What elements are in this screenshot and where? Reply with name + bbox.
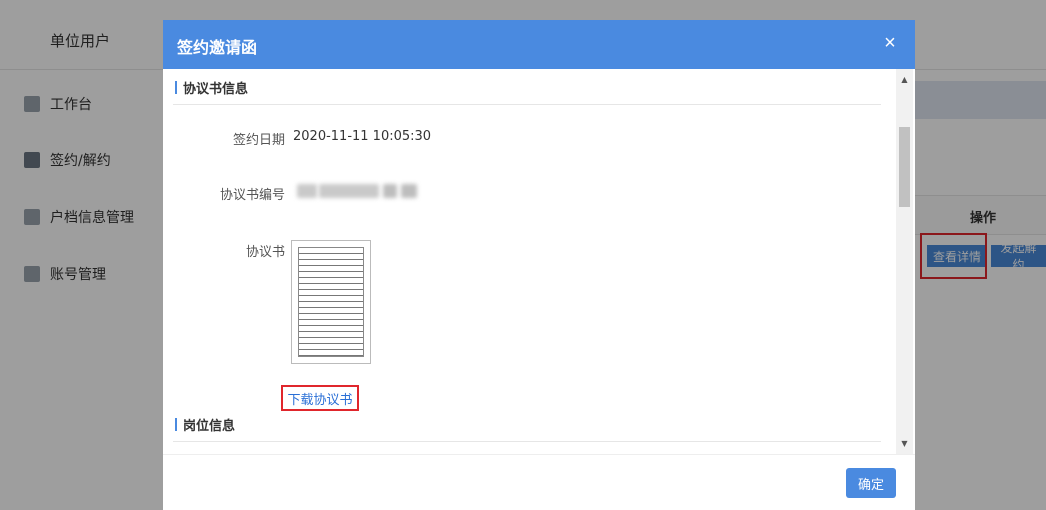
invitation-modal: 签约邀请函 × 协议书信息 签约日期 2020-11-11 10:05:30 协…: [163, 20, 915, 510]
scroll-up-icon[interactable]: ▲: [896, 71, 913, 87]
close-icon[interactable]: ×: [877, 30, 903, 56]
scrollbar-thumb[interactable]: [899, 127, 910, 207]
divider: [173, 441, 881, 442]
agreement-number-label: 协议书编号: [219, 188, 285, 203]
sign-date-label: 签约日期: [232, 133, 285, 148]
download-agreement-link[interactable]: 下载协议书: [287, 389, 352, 408]
modal-scrollbar[interactable]: ▲ ▼: [896, 69, 913, 454]
agreement-label: 协议书: [245, 245, 285, 260]
document-preview-image: [298, 247, 364, 357]
agreement-thumbnail[interactable]: [291, 240, 371, 364]
modal-header: 签约邀请函 ×: [163, 20, 915, 69]
agreement-number-value-redacted: [295, 181, 421, 201]
modal-footer: 确定: [163, 454, 915, 510]
modal-title: 签约邀请函: [177, 38, 258, 57]
sign-date-value: 2020-11-11 10:05:30: [293, 129, 432, 144]
scroll-down-icon[interactable]: ▼: [896, 435, 913, 451]
modal-body: 协议书信息 签约日期 2020-11-11 10:05:30 协议书编号 协议书…: [163, 69, 915, 454]
divider: [173, 104, 881, 105]
confirm-button[interactable]: 确定: [846, 468, 896, 498]
download-highlight-box: 下载协议书: [281, 385, 359, 411]
section-title-agreement: 协议书信息: [175, 77, 248, 97]
section-title-position: 岗位信息: [175, 414, 235, 434]
